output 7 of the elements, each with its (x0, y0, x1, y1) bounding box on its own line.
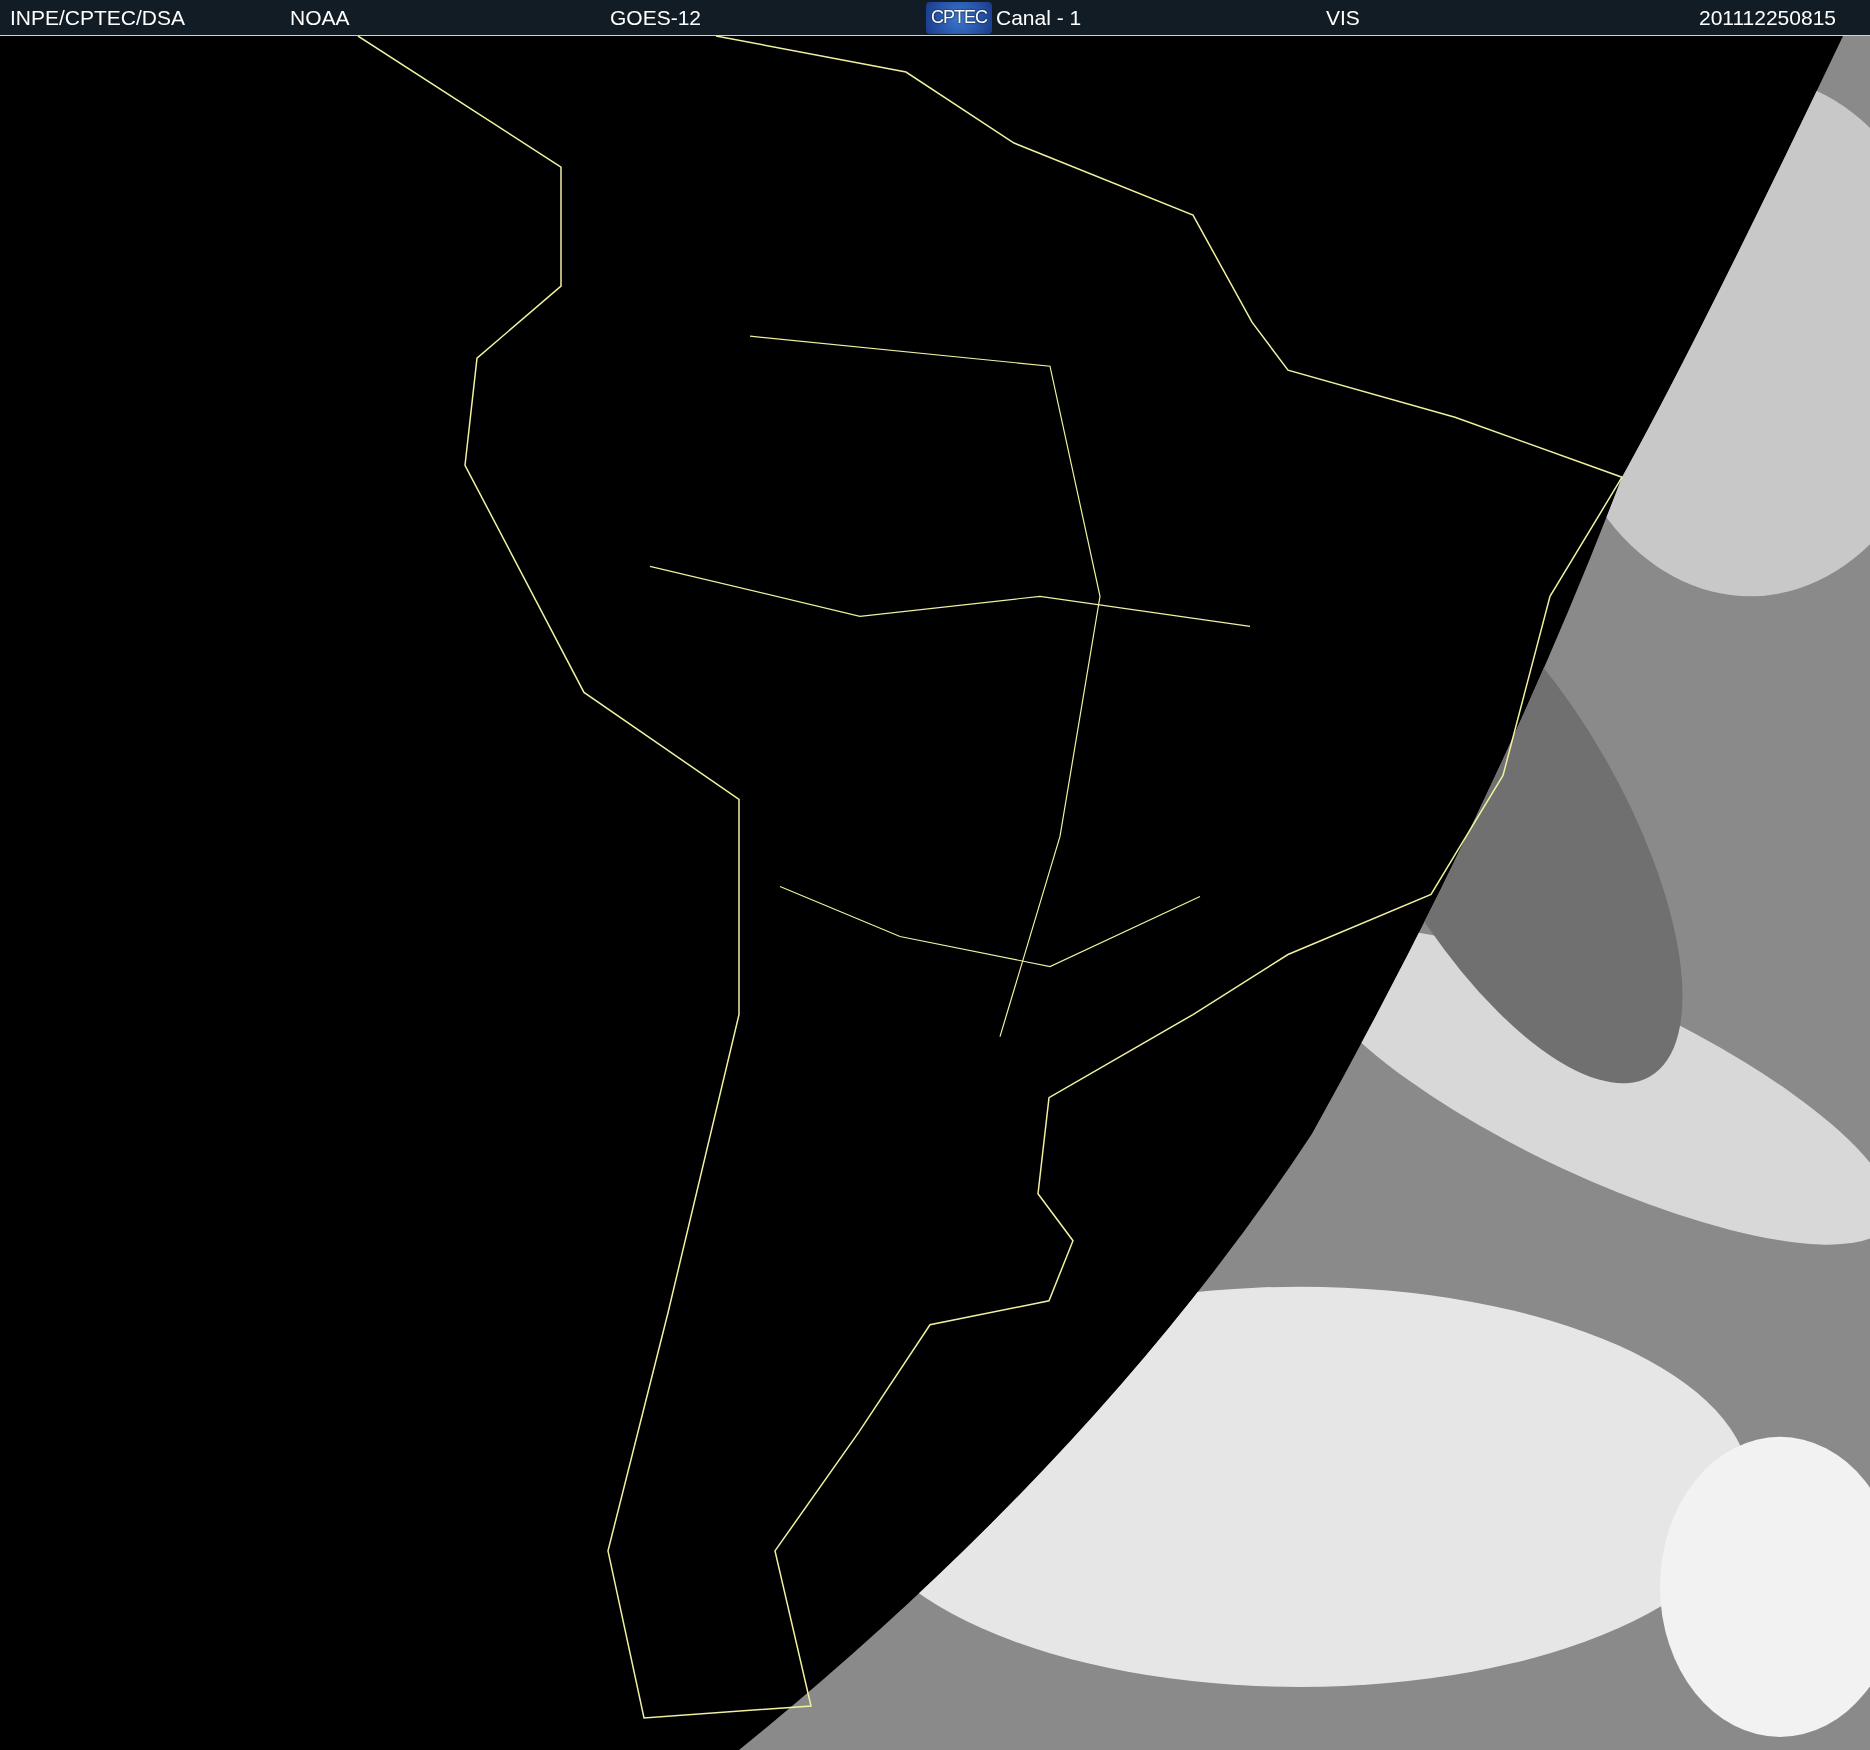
header-label: NOAA (290, 5, 350, 30)
logo: CPTEC (926, 1, 992, 34)
header-label: 201112250815 (1698, 5, 1836, 30)
header-label: INPE/CPTEC/DSA (10, 5, 186, 30)
header-label: GOES-12 (610, 5, 702, 30)
header-label: VIS (1326, 5, 1360, 30)
header-label: Canal - 1 (996, 5, 1082, 30)
